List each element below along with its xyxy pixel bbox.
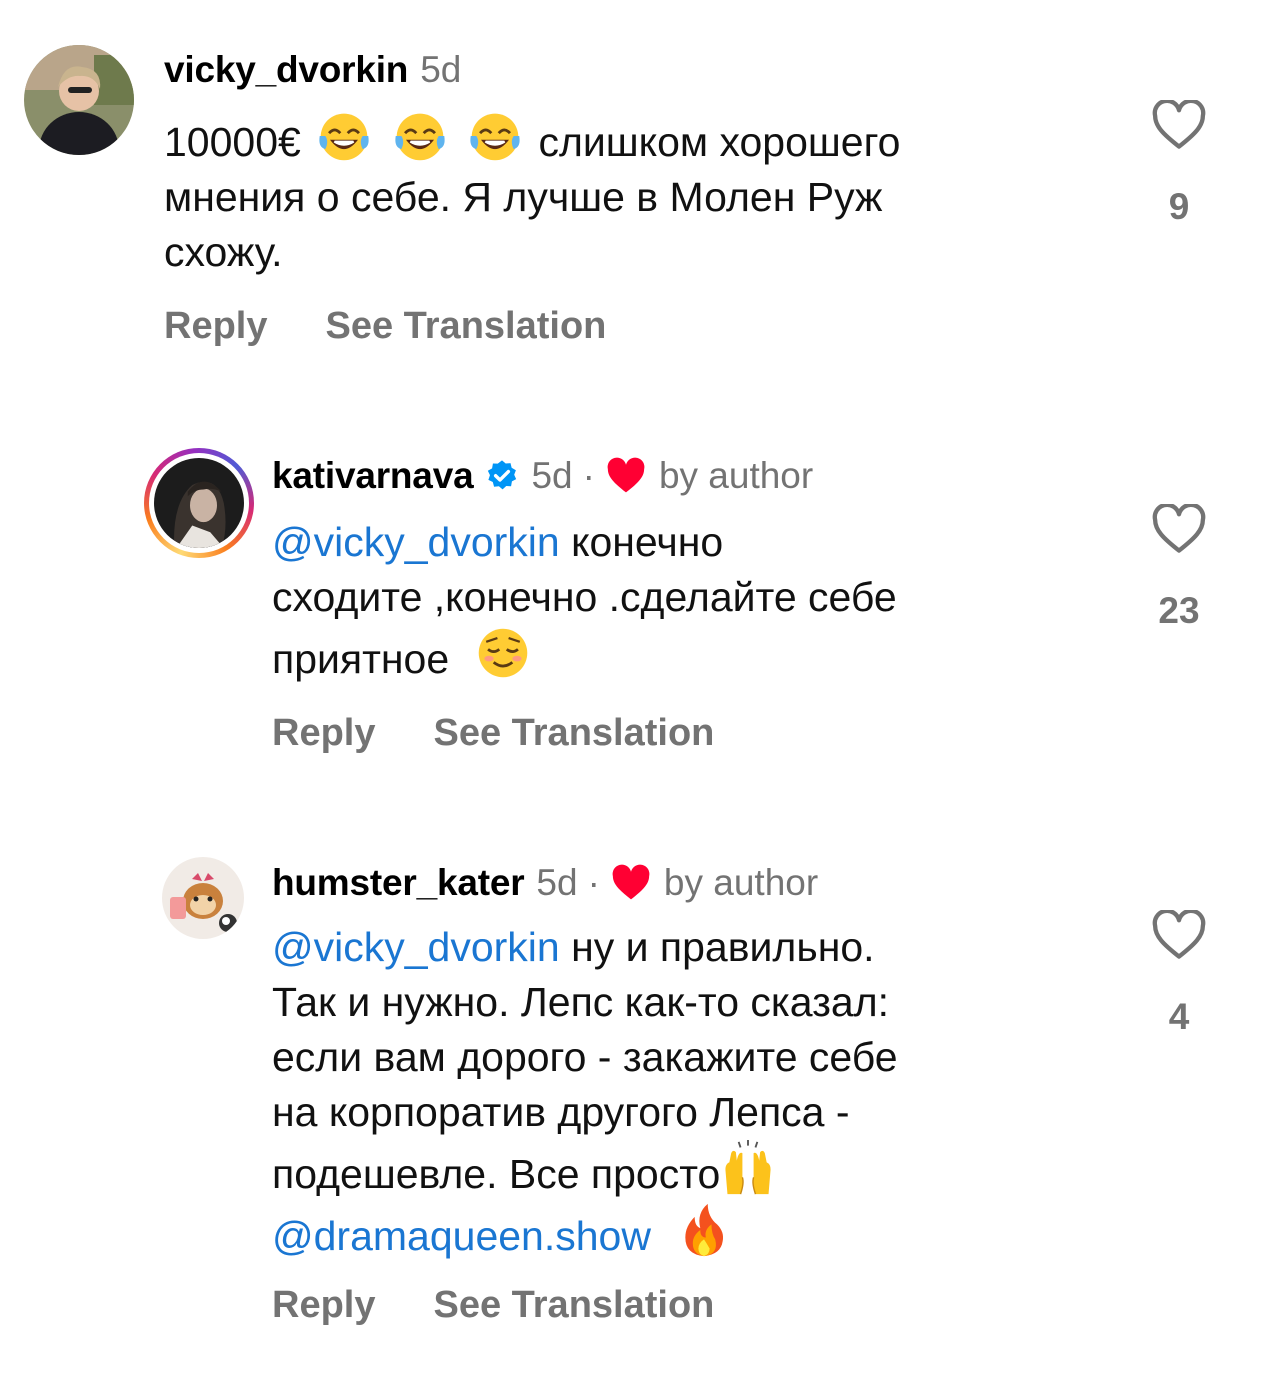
heart-outline-icon[interactable] xyxy=(1151,100,1207,150)
reply-button[interactable]: Reply xyxy=(164,305,267,348)
liked-by-author-label: by author xyxy=(663,862,819,903)
avatar[interactable] xyxy=(144,448,254,558)
reply-button[interactable]: Reply xyxy=(272,1284,375,1327)
tears-of-joy-emoji-icon xyxy=(316,108,372,164)
heart-outline-icon[interactable] xyxy=(1151,504,1207,554)
liked-by-author-label: by author xyxy=(658,455,814,496)
timestamp: 5d xyxy=(536,862,578,903)
timestamp: 5d xyxy=(420,49,462,90)
separator: · xyxy=(587,862,600,903)
raising-hands-emoji-icon xyxy=(720,1140,776,1196)
like-count[interactable]: 4 xyxy=(1124,996,1234,1038)
avatar-photo-icon xyxy=(162,857,244,939)
timestamp: 5d xyxy=(531,455,573,496)
username[interactable]: vicky_dvorkin xyxy=(164,48,408,92)
see-translation-button[interactable]: See Translation xyxy=(433,712,714,755)
heart-filled-icon xyxy=(612,864,650,900)
fire-emoji-icon xyxy=(676,1202,732,1258)
separator: · xyxy=(582,455,595,496)
like-count[interactable]: 23 xyxy=(1124,590,1234,632)
verified-badge-icon xyxy=(488,460,517,490)
heart-outline-icon[interactable] xyxy=(1151,910,1207,960)
comment-text: @vicky_dvorkin ну и правильно. Так и нуж… xyxy=(272,924,898,1259)
username[interactable]: humster_kater xyxy=(272,861,525,905)
tears-of-joy-emoji-icon xyxy=(392,108,448,164)
avatar[interactable] xyxy=(24,45,134,155)
mention-link[interactable]: @dramaqueen.show xyxy=(272,1213,651,1259)
mention-link[interactable]: @vicky_dvorkin xyxy=(272,924,560,970)
see-translation-button[interactable]: See Translation xyxy=(433,1284,714,1327)
like-count[interactable]: 9 xyxy=(1124,186,1234,228)
username[interactable]: kativarnava xyxy=(272,454,474,498)
smiling-face-emoji-icon xyxy=(475,625,531,681)
avatar-photo-icon xyxy=(154,458,244,548)
avatar-photo-icon xyxy=(24,45,134,155)
avatar[interactable] xyxy=(162,857,244,939)
mention-link[interactable]: @vicky_dvorkin xyxy=(272,519,560,565)
comment-text: @vicky_dvorkin конечно сходите ,конечно … xyxy=(272,519,897,682)
heart-filled-icon xyxy=(607,457,645,493)
reply-button[interactable]: Reply xyxy=(272,712,375,755)
see-translation-button[interactable]: See Translation xyxy=(325,305,606,348)
comment-text: 10000€ слишком хорошего мнения о себе. Я… xyxy=(164,108,900,280)
tears-of-joy-emoji-icon xyxy=(467,108,523,164)
